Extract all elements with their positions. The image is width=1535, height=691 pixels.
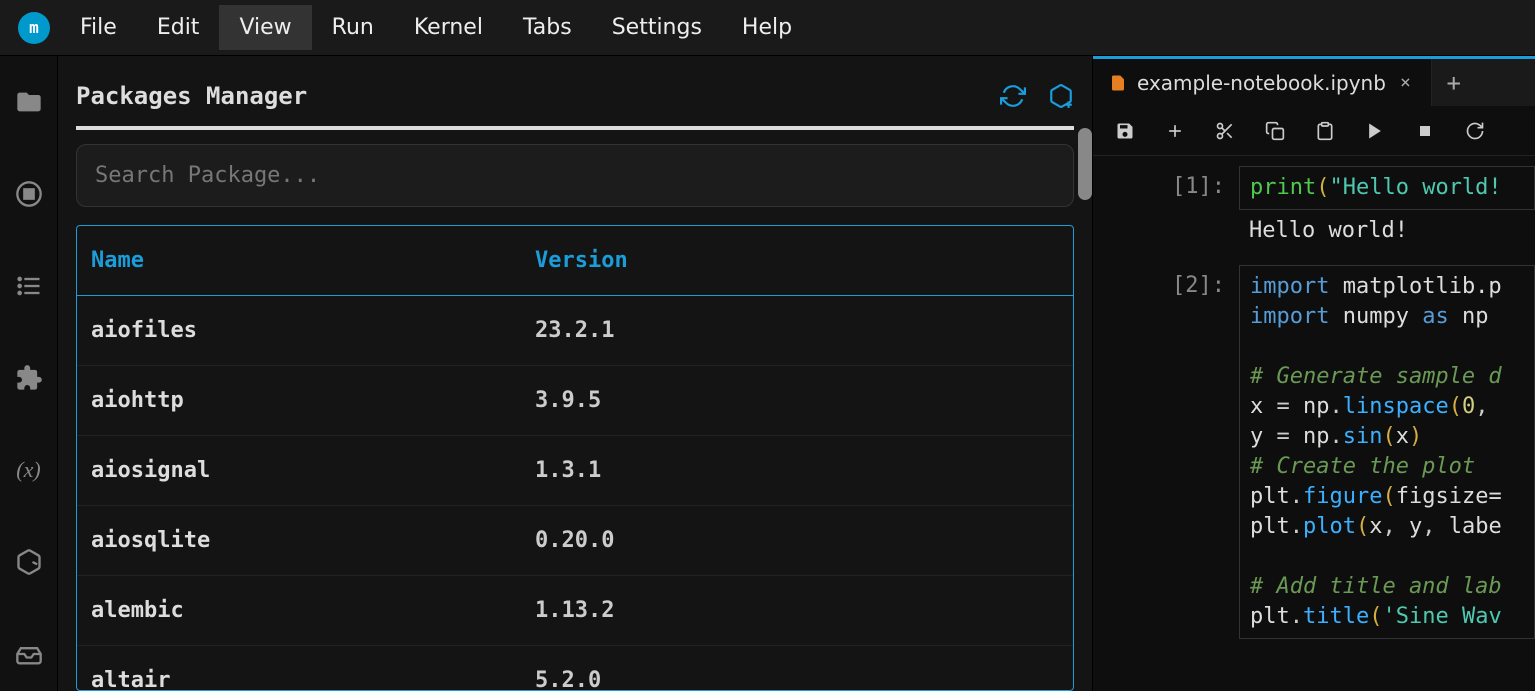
close-icon[interactable]: × <box>1396 72 1415 93</box>
menu-file[interactable]: File <box>60 5 137 50</box>
pkg-version: 3.9.5 <box>535 388 1059 413</box>
table-row[interactable]: aiohttp3.9.5 <box>77 366 1073 436</box>
pkg-name: aiofiles <box>91 318 535 343</box>
refresh-icon[interactable] <box>1000 83 1026 109</box>
pkg-name: altair <box>91 668 535 690</box>
cell-output: Hello world! <box>1239 214 1535 261</box>
table-row[interactable]: aiofiles23.2.1 <box>77 296 1073 366</box>
stop-circle-icon[interactable] <box>11 176 47 212</box>
list-icon[interactable] <box>11 268 47 304</box>
app-logo: m <box>18 12 50 44</box>
packages-panel: Packages Manager Name Version aiofiles23… <box>58 56 1092 691</box>
pkg-name: aiohttp <box>91 388 535 413</box>
col-header-name[interactable]: Name <box>91 248 535 273</box>
menu-edit[interactable]: Edit <box>137 5 220 50</box>
package-export-icon[interactable] <box>11 544 47 580</box>
tab-bar: example-notebook.ipynb × + <box>1093 56 1535 106</box>
code-cell[interactable]: import matplotlib.p import numpy as np #… <box>1239 265 1535 639</box>
stop-icon[interactable] <box>1415 121 1435 141</box>
table-row[interactable]: alembic1.13.2 <box>77 576 1073 646</box>
notebook-body: [1]: print("Hello world! Hello world! [2… <box>1093 156 1535 691</box>
add-package-icon[interactable] <box>1048 83 1074 109</box>
tab-label: example-notebook.ipynb <box>1137 71 1386 95</box>
menubar: m FileEditViewRunKernelTabsSettingsHelp <box>0 0 1535 56</box>
table-row[interactable]: aiosignal1.3.1 <box>77 436 1073 506</box>
notebook-toolbar <box>1093 106 1535 156</box>
tab-notebook[interactable]: example-notebook.ipynb × <box>1093 59 1432 106</box>
menu-run[interactable]: Run <box>312 5 394 50</box>
activity-bar: (x) <box>0 56 58 691</box>
pkg-version: 0.20.0 <box>535 528 1059 553</box>
pkg-version: 5.2.0 <box>535 668 1059 690</box>
cell-prompt: [1]: <box>1093 166 1239 199</box>
run-icon[interactable] <box>1365 121 1385 141</box>
add-tab-button[interactable]: + <box>1432 59 1476 106</box>
extensions-icon[interactable] <box>11 360 47 396</box>
col-header-version[interactable]: Version <box>535 248 1059 273</box>
table-row[interactable]: altair5.2.0 <box>77 646 1073 690</box>
menu-view[interactable]: View <box>219 5 311 50</box>
table-row[interactable]: aiosqlite0.20.0 <box>77 506 1073 576</box>
code-cell[interactable]: print("Hello world! <box>1239 166 1535 210</box>
pkg-name: aiosignal <box>91 458 535 483</box>
cell-prompt: [2]: <box>1093 265 1239 298</box>
variable-icon[interactable]: (x) <box>11 452 47 488</box>
restart-icon[interactable] <box>1465 121 1485 141</box>
menu-tabs[interactable]: Tabs <box>503 5 592 50</box>
cut-icon[interactable] <box>1215 121 1235 141</box>
menu-kernel[interactable]: Kernel <box>394 5 503 50</box>
scrollbar-thumb[interactable] <box>1078 128 1092 200</box>
files-icon[interactable] <box>11 84 47 120</box>
save-icon[interactable] <box>1115 121 1135 141</box>
menu-settings[interactable]: Settings <box>592 5 722 50</box>
inbox-icon[interactable] <box>11 636 47 672</box>
pkg-version: 1.13.2 <box>535 598 1059 623</box>
pkg-name: aiosqlite <box>91 528 535 553</box>
notebook-icon <box>1109 74 1127 92</box>
pkg-version: 23.2.1 <box>535 318 1059 343</box>
pkg-name: alembic <box>91 598 535 623</box>
menu-help[interactable]: Help <box>722 5 812 50</box>
panel-title: Packages Manager <box>76 82 307 110</box>
add-cell-icon[interactable] <box>1165 121 1185 141</box>
editor-pane: example-notebook.ipynb × + [1]: print("H… <box>1092 56 1535 691</box>
paste-icon[interactable] <box>1315 121 1335 141</box>
search-input[interactable] <box>76 144 1074 207</box>
pkg-version: 1.3.1 <box>535 458 1059 483</box>
copy-icon[interactable] <box>1265 121 1285 141</box>
packages-table: Name Version aiofiles23.2.1aiohttp3.9.5a… <box>76 225 1074 691</box>
